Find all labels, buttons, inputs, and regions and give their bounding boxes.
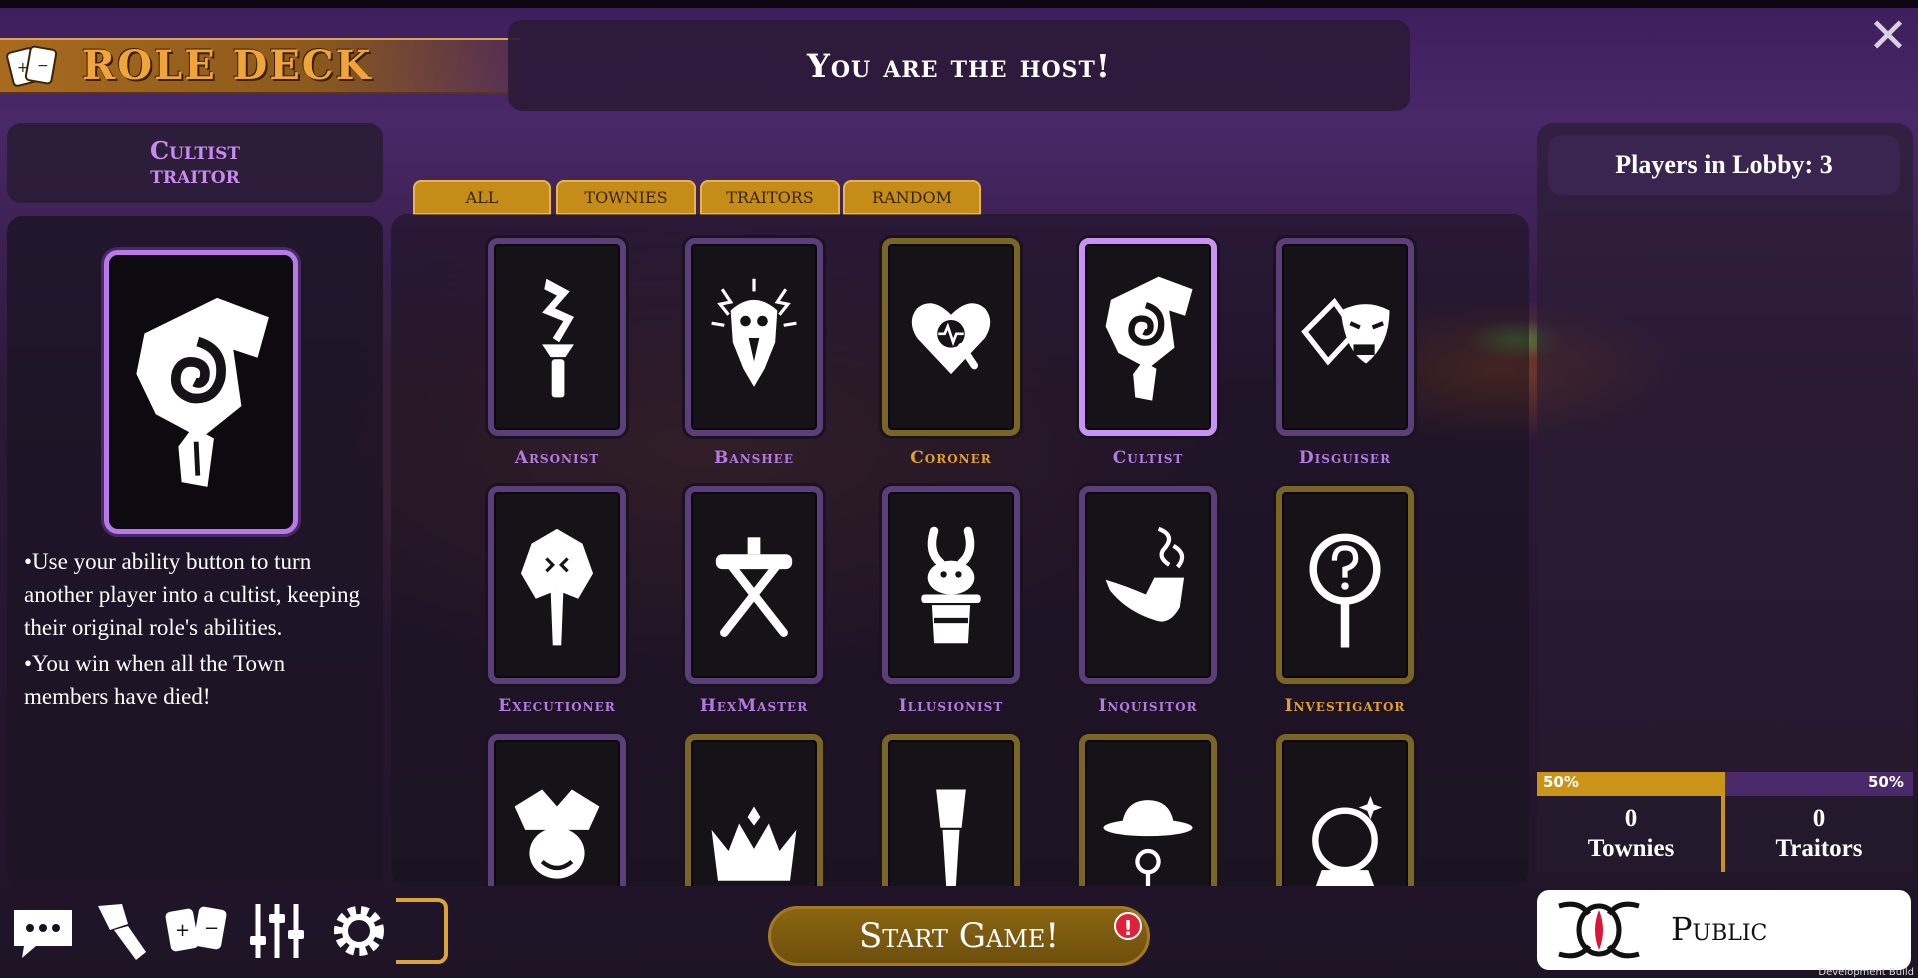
chat-icon[interactable] <box>8 896 78 966</box>
selected-role-label: Cultist traitor <box>7 123 383 203</box>
top-edge <box>0 0 1918 8</box>
role-card-disguiser[interactable] <box>1276 238 1414 436</box>
paintbrush-icon[interactable] <box>88 896 158 966</box>
brush-icon <box>936 789 966 886</box>
axe-icon <box>520 528 594 646</box>
role-name-cultist: Cultist <box>1112 448 1184 468</box>
townies-count: 0 <box>1624 805 1638 832</box>
start-game-button[interactable]: Start Game! <box>768 906 1150 966</box>
gear-icon[interactable] <box>324 896 394 966</box>
role-card-banshee[interactable] <box>685 238 823 436</box>
role-card-inquisitor[interactable] <box>1079 486 1217 684</box>
host-banner: You are the host! <box>508 20 1410 111</box>
role-card-investigator[interactable] <box>1276 486 1414 684</box>
svg-text:−: − <box>37 58 49 74</box>
visibility-label: Public <box>1671 910 1768 948</box>
torch-icon <box>542 278 574 398</box>
eye-icon <box>1558 901 1640 959</box>
cultist-hood-icon <box>1105 276 1193 401</box>
visibility-toggle-button[interactable]: Public <box>1537 890 1911 970</box>
cards-icon[interactable]: + − <box>162 896 232 966</box>
role-description: •Use your ability button to turn another… <box>24 545 374 716</box>
role-card-arsonist[interactable] <box>488 238 626 436</box>
role-name-inquisitor: Inquisitor <box>1098 696 1198 716</box>
traitors-count: 0 <box>1812 805 1826 832</box>
close-icon[interactable]: ✕ <box>1866 12 1910 60</box>
selected-role-card <box>104 250 298 534</box>
traitors-count-box: 0 Traitors <box>1725 796 1913 872</box>
role-name-banshee: Banshee <box>714 448 794 468</box>
svg-text:+: + <box>17 60 29 76</box>
banshee-icon <box>711 278 797 387</box>
role-card-jester[interactable] <box>488 734 626 886</box>
role-name-arsonist: Arsonist <box>514 448 600 468</box>
heart-magnifier-icon <box>911 303 991 375</box>
role-name-investigator: Investigator <box>1284 696 1406 716</box>
role-name-disguiser: Disguiser <box>1298 448 1392 468</box>
crystal-ball-icon <box>1312 795 1383 886</box>
jester-icon <box>514 789 600 879</box>
role-card-crown[interactable] <box>685 734 823 886</box>
detective-hat-icon <box>1103 800 1193 886</box>
tab-random[interactable]: RANDOM <box>843 180 981 215</box>
selected-role-faction: traitor <box>150 160 240 189</box>
pipe-icon <box>1105 526 1185 622</box>
tab-traitors[interactable]: TRAITORS <box>700 180 840 215</box>
townie-percent: 50% <box>1543 773 1579 791</box>
role-card-crystal-ball[interactable] <box>1276 734 1414 886</box>
svg-text:+: + <box>175 920 190 941</box>
rabbit-hat-icon <box>921 526 981 644</box>
cards-deck-icon: + − <box>6 42 60 90</box>
role-card-cultist[interactable] <box>1079 238 1217 436</box>
players-in-lobby: Players in Lobby: 3 <box>1548 135 1900 195</box>
cultist-hood-icon <box>136 297 269 487</box>
role-card-detective[interactable] <box>1079 734 1217 886</box>
role-card-coroner[interactable] <box>882 238 1020 436</box>
tab-all[interactable]: ALL <box>413 180 551 215</box>
development-build-label: Development Build <box>1818 967 1914 978</box>
tab-townies[interactable]: TOWNIES <box>556 180 696 215</box>
role-card-executioner[interactable] <box>488 486 626 684</box>
crown-icon <box>711 806 797 881</box>
role-card-hexmaster[interactable] <box>685 486 823 684</box>
role-deck-title: ROLE DECK <box>82 42 373 89</box>
start-alert-badge: ! <box>1114 912 1142 940</box>
toolbar-frame <box>396 898 448 964</box>
role-grid: Arsonist Banshee Coroner Cultist Disguis… <box>391 214 1529 886</box>
question-magnifier-icon <box>1309 533 1381 648</box>
townies-label: Townies <box>1587 835 1675 862</box>
traitors-label: Traitors <box>1775 835 1863 862</box>
role-name-illusionist: Illusionist <box>898 696 1004 716</box>
crossed-sticks-icon <box>715 537 793 637</box>
traitor-percent: 50% <box>1868 773 1904 791</box>
role-name-executioner: Executioner <box>498 696 616 716</box>
role-card-brush[interactable] <box>882 734 1020 886</box>
sliders-icon[interactable] <box>242 896 312 966</box>
masks-icon <box>1301 297 1390 366</box>
lobby-panel <box>1537 123 1913 871</box>
role-name-coroner: Coroner <box>910 448 992 468</box>
svg-text:−: − <box>204 918 219 939</box>
description-line: •You win when all the Town members have … <box>24 651 286 709</box>
role-name-hexmaster: HexMaster <box>699 696 809 716</box>
role-card-illusionist[interactable] <box>882 486 1020 684</box>
townies-count-box: 0 Townies <box>1537 796 1725 872</box>
description-line: •Use your ability button to turn another… <box>24 549 360 640</box>
